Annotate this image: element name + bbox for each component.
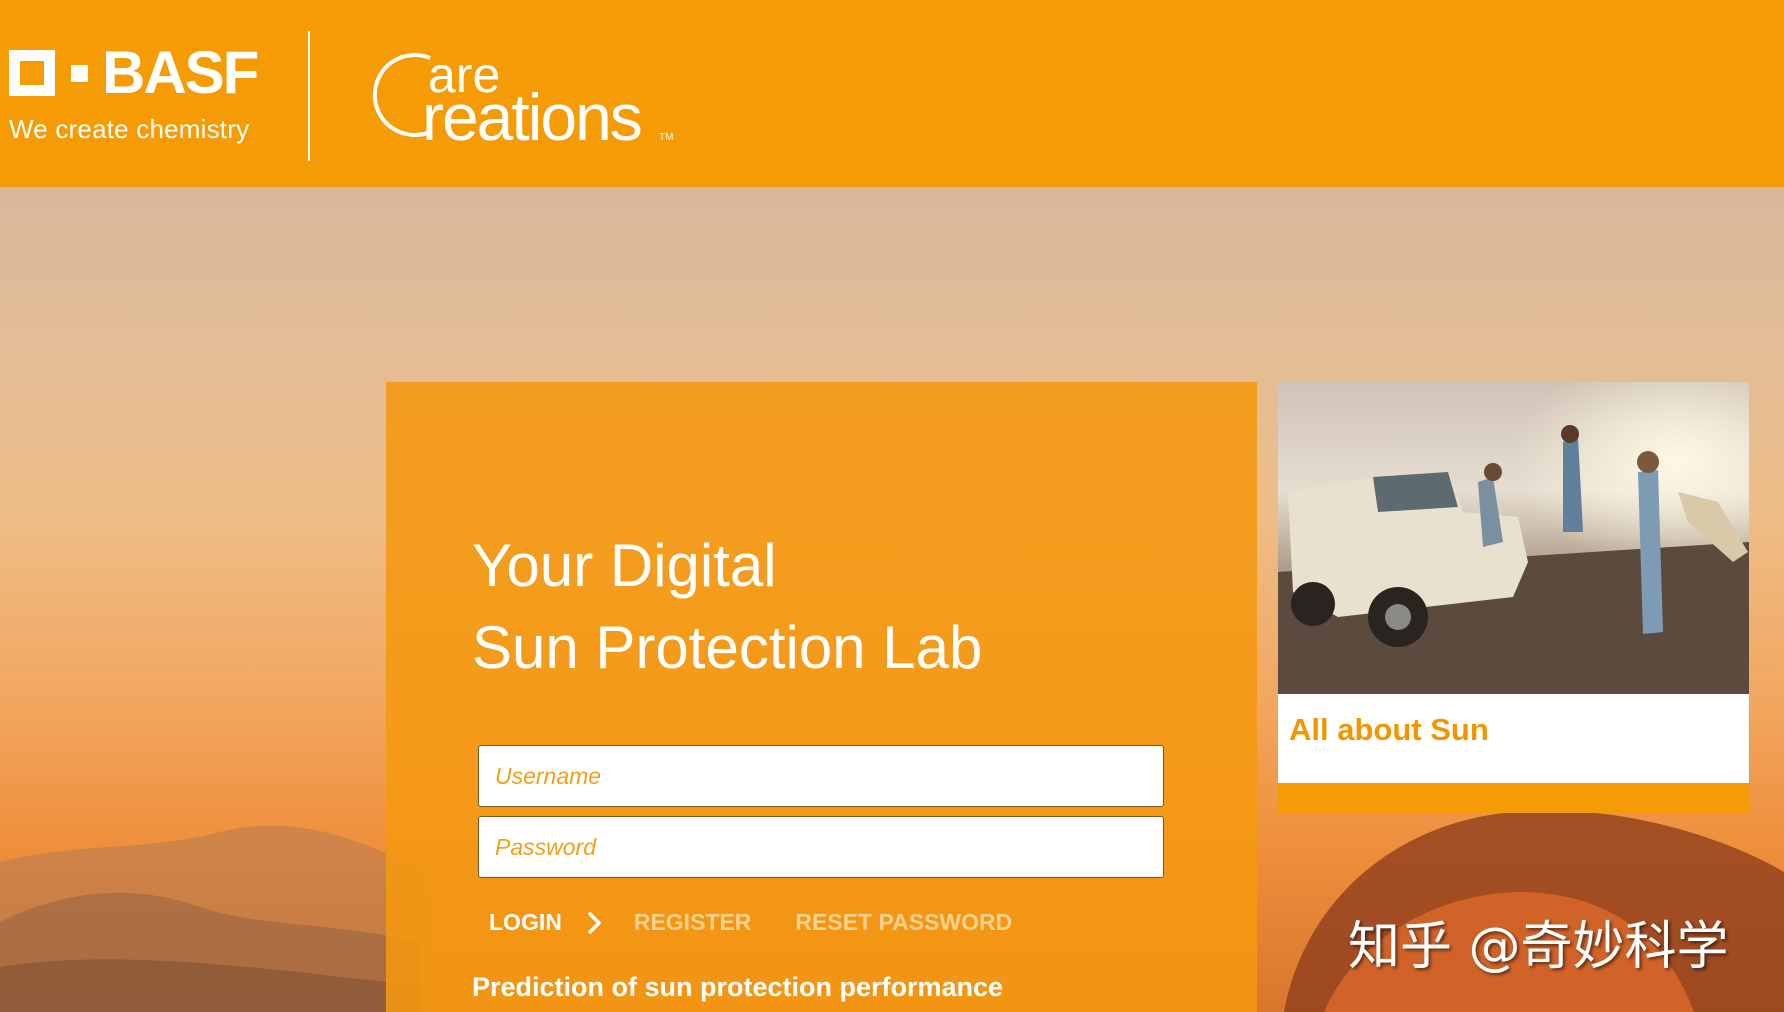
panel-subheading: Prediction of sun protection performance (472, 972, 1004, 1002)
card-title: All about Sun (1289, 712, 1489, 747)
chevron-right-icon[interactable] (584, 911, 606, 935)
password-input[interactable] (478, 816, 1164, 878)
basf-logo-mark: BASF (9, 39, 259, 106)
all-about-sun-card[interactable]: All about Sun (1278, 382, 1749, 813)
basf-tagline: We create chemistry (9, 114, 250, 144)
care-creations-logo[interactable]: are reations TM (350, 40, 680, 150)
basf-square-solid-icon (71, 64, 88, 82)
login-panel: Your Digital Sun Protection Lab LOGIN RE… (386, 382, 1257, 1012)
headline-line-2: Sun Protection Lab (472, 614, 983, 681)
site-header: BASF We create chemistry are reations TM (0, 0, 1784, 187)
header-divider (308, 31, 310, 161)
register-link[interactable]: REGISTER (634, 909, 752, 936)
trademark-mark: TM (659, 132, 673, 143)
page-headline: Your Digital Sun Protection Lab (472, 525, 982, 689)
card-bottom-bar (1278, 783, 1749, 813)
login-actions: LOGIN REGISTER RESET PASSWORD (489, 909, 1012, 936)
zhihu-watermark: 知乎 @奇妙科学 (1348, 917, 1729, 977)
care-creations-logo-bottom: reations (422, 80, 641, 150)
headline-line-1: Your Digital (472, 532, 777, 599)
reset-password-link[interactable]: RESET PASSWORD (795, 909, 1012, 936)
username-input[interactable] (478, 745, 1164, 807)
basf-logo[interactable]: BASF We create chemistry (9, 39, 259, 145)
basf-square-outline-icon (9, 50, 55, 96)
beach-truck-photo (1278, 382, 1749, 694)
basf-wordmark: BASF (102, 39, 259, 106)
login-button[interactable]: LOGIN (489, 909, 562, 936)
